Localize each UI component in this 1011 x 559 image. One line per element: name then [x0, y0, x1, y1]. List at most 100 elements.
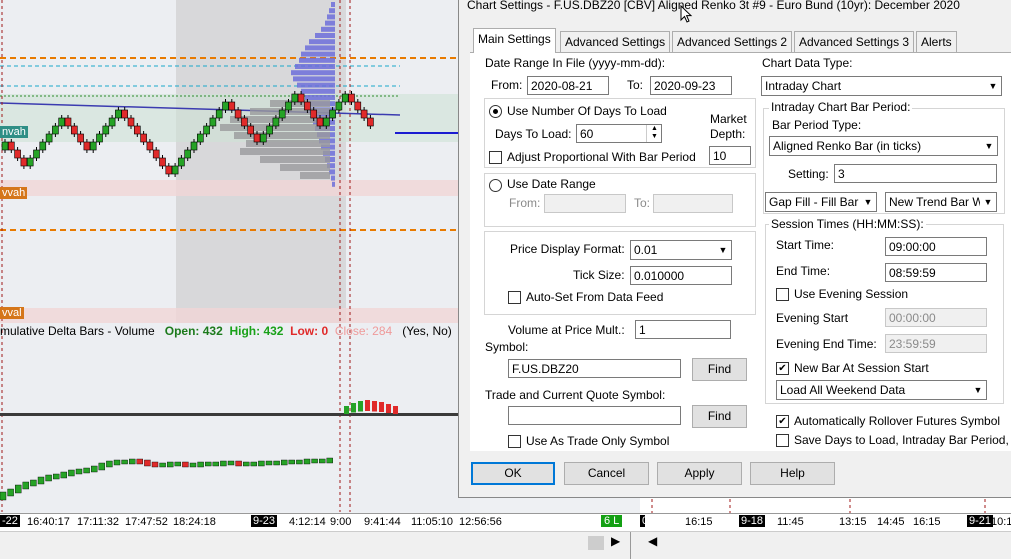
gap-fill-value: Gap Fill - Fill Bar [769, 195, 859, 209]
renko-bar [96, 133, 103, 143]
time-label: 16:40:17 [27, 516, 70, 528]
start-time-label: Start Time: [776, 238, 835, 252]
scroll-right-icon[interactable]: ▶ [611, 534, 620, 548]
market-depth-field[interactable]: 10 [709, 146, 751, 165]
cum-delta-bar [250, 461, 258, 467]
symbol-field[interactable]: F.US.DBZ20 [508, 359, 681, 378]
new-trend-select[interactable]: New Trend Bar W ▼ [885, 192, 997, 212]
evening-session-checkbox[interactable] [776, 288, 789, 301]
renko-bar [203, 125, 210, 135]
profile-value-area-bar [240, 148, 330, 155]
renko-bar [171, 165, 179, 175]
weekend-data-select[interactable]: Load All Weekend Data ▼ [776, 380, 987, 400]
cum-delta-bar [98, 462, 106, 471]
time-label: 9:00 [330, 516, 352, 528]
evening-end-field[interactable]: 23:59:59 [885, 334, 987, 353]
apply-button[interactable]: Apply [657, 462, 742, 485]
tab-advanced-settings-3[interactable]: Advanced Settings 3 [794, 31, 915, 52]
use-date-range-radio[interactable] [489, 179, 502, 192]
help-button[interactable]: Help [750, 462, 835, 485]
open-value: Open: 432 [164, 324, 223, 338]
tab-advanced-settings[interactable]: Advanced Settings [560, 31, 671, 52]
find-trade-symbol-button[interactable]: Find [692, 405, 747, 428]
renko-bar [1, 141, 9, 151]
find-symbol-button[interactable]: Find [692, 358, 747, 381]
new-bar-session-checkbox[interactable]: ✔ [776, 362, 789, 375]
from-date-field[interactable]: 2020-08-21 [527, 76, 609, 95]
adjust-proportional-checkbox[interactable] [489, 151, 502, 164]
ok-button[interactable]: OK [471, 462, 555, 485]
chevron-down-icon: ▼ [860, 193, 876, 211]
cum-delta-bar [174, 461, 182, 467]
renko-bar [184, 149, 191, 159]
start-time-field[interactable]: 09:00:00 [885, 237, 987, 256]
time-label: -22 [0, 515, 20, 527]
time-label: 9:41:44 [364, 516, 401, 528]
bar-period-type-select[interactable]: Aligned Renko Bar (in ticks) ▼ [769, 136, 998, 156]
val-band [0, 308, 460, 323]
renko-bar [52, 125, 59, 135]
market-depth-label-1: Market [710, 112, 747, 126]
renko-bar [322, 117, 330, 127]
chevron-down-icon: ▼ [981, 137, 997, 155]
renko-bar [165, 165, 173, 175]
delta-bar [393, 406, 398, 414]
profile-value-area-bar [280, 164, 330, 171]
evening-session-label: Use Evening Session [794, 287, 909, 301]
cancel-button[interactable]: Cancel [564, 462, 649, 485]
mouse-cursor-icon [680, 5, 693, 23]
price-format-select[interactable]: 0.01 ▼ [630, 240, 732, 260]
price-chart[interactable]: nvah vvah vval mulative Delta Bars - Vol… [0, 0, 470, 512]
profile-value-area-bar [260, 156, 330, 163]
chart-data-type-select[interactable]: Intraday Chart ▼ [761, 76, 1002, 96]
indicator-name: mulative Delta Bars - Volume [0, 324, 155, 338]
profile-bar [309, 39, 335, 45]
save-days-checkbox[interactable] [776, 434, 789, 447]
date-range-from-field[interactable] [544, 194, 626, 213]
gap-fill-select[interactable]: Gap Fill - Fill Bar ▼ [765, 192, 877, 212]
renko-bar [71, 125, 78, 135]
days-spinner[interactable]: ▲ ▼ [646, 125, 662, 142]
rollover-checkbox[interactable]: ✔ [776, 415, 789, 428]
profile-bar [305, 95, 335, 100]
date-range-to-field[interactable] [653, 194, 733, 213]
setting-field[interactable]: 3 [834, 164, 997, 183]
use-days-radio[interactable] [489, 105, 502, 118]
from-label: From: [491, 78, 523, 92]
auto-set-label: Auto-Set From Data Feed [526, 290, 664, 304]
trade-symbol-label: Trade and Current Quote Symbol: [485, 388, 666, 402]
cum-delta-bar [319, 458, 326, 464]
tab-alerts[interactable]: Alerts [916, 31, 957, 52]
trade-only-checkbox[interactable] [508, 435, 521, 448]
auto-set-checkbox[interactable] [508, 291, 521, 304]
chart-data-type-value: Intraday Chart [765, 79, 842, 93]
cum-delta-bar [288, 459, 295, 465]
tab-advanced-settings-2[interactable]: Advanced Settings 2 [672, 31, 793, 52]
chevron-down-icon: ▼ [980, 193, 996, 211]
chart-canvas[interactable] [0, 0, 470, 512]
scroll-left-icon[interactable]: ◀ [648, 534, 657, 548]
dialog-title: Chart Settings - F.US.DBZ20 [CBV] Aligne… [467, 0, 960, 12]
scrollbar-thumb[interactable] [588, 536, 604, 550]
indicator-flags: (Yes, No) [402, 324, 452, 338]
tab-main-settings[interactable]: Main Settings [473, 28, 556, 53]
evening-start-field[interactable]: 00:00:00 [885, 308, 987, 327]
vap-field[interactable]: 1 [635, 320, 731, 339]
cum-delta-bar [265, 460, 273, 466]
date-range-from-label: From: [509, 196, 541, 210]
vah-label: nvah [0, 126, 28, 138]
renko-bar [140, 133, 147, 143]
renko-bar [266, 125, 273, 135]
date-range-label: Date Range In File (yyyy-mm-dd): [485, 56, 666, 70]
cum-delta-bar [144, 459, 151, 467]
cum-delta-bar [311, 458, 318, 464]
cum-delta-bar [14, 484, 22, 494]
to-date-field[interactable]: 2020-09-23 [650, 76, 732, 95]
end-time-field[interactable]: 08:59:59 [885, 263, 987, 282]
cum-delta-bar [128, 458, 136, 465]
profile-bar [295, 64, 335, 69]
trade-symbol-field[interactable] [508, 406, 681, 425]
price-format-label: Price Display Format: [510, 242, 625, 256]
tick-size-field[interactable]: 0.010000 [630, 266, 732, 285]
cum-delta-bar [53, 473, 60, 480]
